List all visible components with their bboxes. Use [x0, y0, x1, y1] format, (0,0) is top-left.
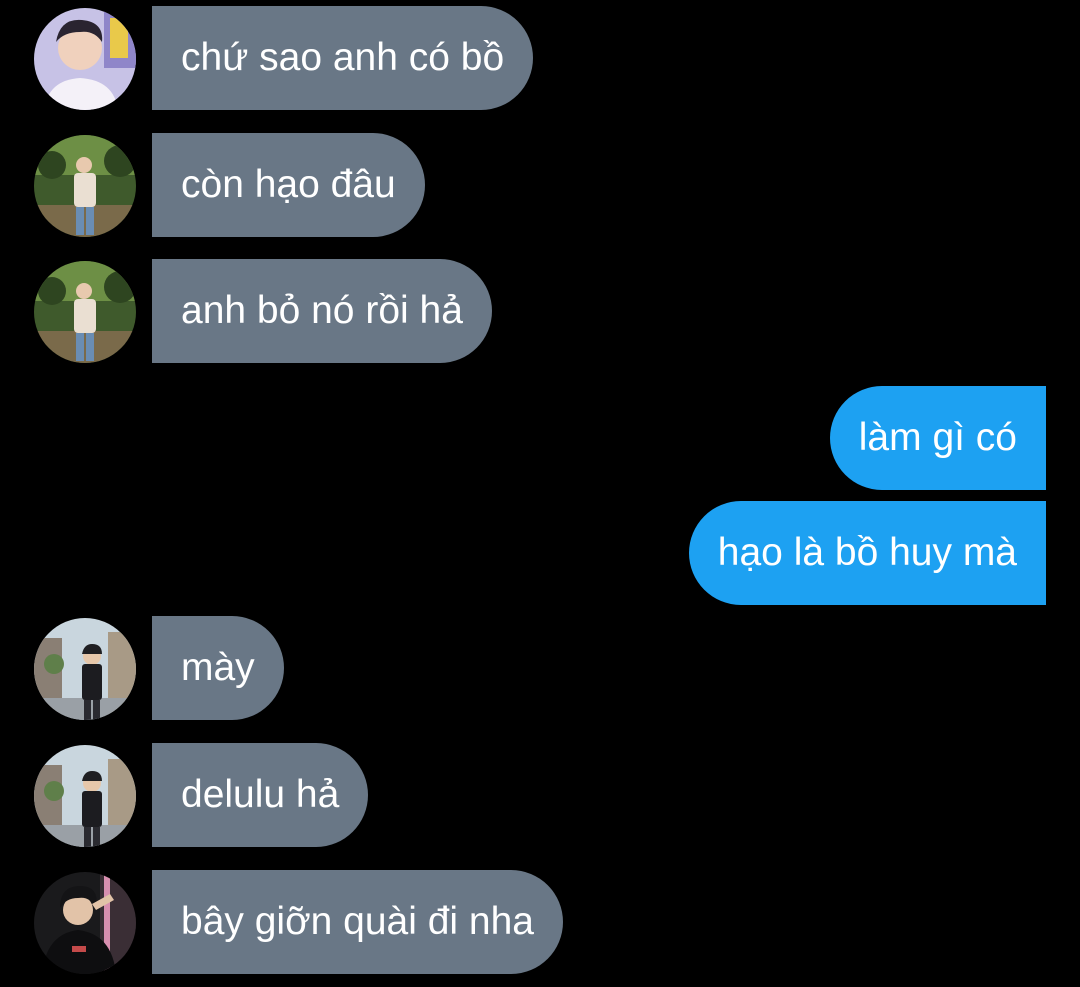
avatar-photo: [34, 8, 136, 110]
message-bubble-incoming[interactable]: bây giỡn quài đi nha: [152, 870, 563, 974]
avatar-photo: [34, 135, 136, 237]
message-text: mày: [181, 646, 255, 689]
message-bubble-outgoing[interactable]: hạo là bồ huy mà: [688, 501, 1046, 605]
avatar-portrait-boy-on-street[interactable]: [34, 745, 136, 847]
message-text: delulu hả: [181, 773, 340, 816]
message-bubble-incoming[interactable]: chứ sao anh có bồ: [152, 6, 534, 110]
message-text: còn hạo đâu: [181, 163, 396, 206]
message-bubble-incoming[interactable]: anh bỏ nó rồi hả: [152, 259, 492, 363]
message-text: làm gì có: [858, 416, 1017, 459]
avatar-portrait-boy-in-park[interactable]: [34, 261, 136, 363]
message-bubble-incoming[interactable]: mày: [152, 616, 284, 720]
avatar-portrait-boy-smiling[interactable]: [34, 8, 136, 110]
avatar-photo: [34, 618, 136, 720]
message-bubble-outgoing[interactable]: làm gì có: [829, 386, 1046, 490]
message-text: hạo là bồ huy mà: [717, 531, 1017, 574]
avatar-portrait-boy-on-street[interactable]: [34, 618, 136, 720]
avatar-photo: [34, 261, 136, 363]
message-text: chứ sao anh có bồ: [181, 36, 505, 79]
avatar-photo: [34, 745, 136, 847]
message-bubble-incoming[interactable]: còn hạo đâu: [152, 133, 425, 237]
message-text: anh bỏ nó rồi hả: [181, 289, 463, 332]
message-bubble-incoming[interactable]: delulu hả: [152, 743, 369, 847]
message-text: bây giỡn quài đi nha: [181, 900, 534, 943]
avatar-portrait-boy-black-shirt[interactable]: [34, 872, 136, 974]
avatar-portrait-boy-in-park[interactable]: [34, 135, 136, 237]
avatar-photo: [34, 872, 136, 974]
